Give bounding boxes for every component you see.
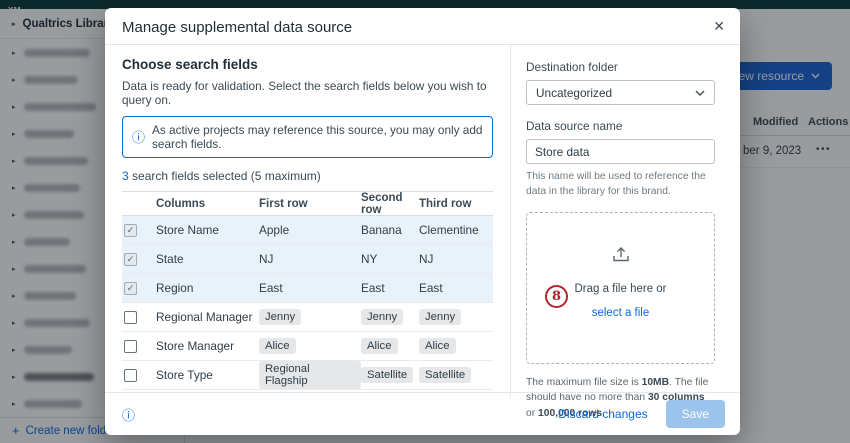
value-chip: Alice xyxy=(361,338,398,354)
value-chip: Alice xyxy=(259,338,296,354)
selection-summary-text: search fields selected (5 maximum) xyxy=(129,169,321,183)
annotation-badge-8: 8 xyxy=(545,285,568,308)
second-row-value: East xyxy=(361,281,419,295)
check-icon: ✓ xyxy=(127,226,135,235)
save-button[interactable]: Save xyxy=(666,400,725,428)
search-fields-pane: Choose search fields Data is ready for v… xyxy=(105,45,510,392)
choose-search-fields-heading: Choose search fields xyxy=(122,57,493,72)
data-source-name-label: Data source name xyxy=(526,119,715,133)
notice-text: As active projects may reference this so… xyxy=(152,123,483,151)
chevron-down-icon xyxy=(695,90,705,96)
field-name: State xyxy=(156,252,259,266)
row-checkbox[interactable]: ✓ xyxy=(124,253,137,266)
second-row-value: Banana xyxy=(361,223,419,237)
column-header-first-row: First row xyxy=(259,198,361,210)
row-checkbox[interactable]: ✓ xyxy=(124,282,137,295)
limits-bold: 10MB xyxy=(642,377,669,388)
app-window: XM ▸ Qualtrics Library ▸▸▸▸▸▸▸▸▸▸▸▸▸▸ + … xyxy=(0,0,850,443)
value-chip: Jenny xyxy=(361,309,403,325)
value-chip: Alice xyxy=(419,338,456,354)
first-row-value: NJ xyxy=(259,252,361,266)
upload-icon xyxy=(610,245,632,263)
modal-title: Manage supplemental data source xyxy=(122,19,352,36)
selection-summary: 3 search fields selected (5 maximum) xyxy=(122,169,493,183)
value-chip: Jenny xyxy=(419,309,461,325)
close-icon[interactable]: ✕ xyxy=(713,18,725,35)
search-fields-table: Columns First row Second row Third row ✓… xyxy=(122,191,493,390)
row-checkbox[interactable] xyxy=(124,340,137,353)
destination-folder-value: Uncategorized xyxy=(536,86,612,100)
manage-supplemental-data-source-modal: Manage supplemental data source ✕ Choose… xyxy=(105,8,740,435)
third-row-value: NJ xyxy=(419,252,493,266)
field-name: Store Name xyxy=(156,223,259,237)
third-row-value: Alice xyxy=(419,338,493,354)
table-row: Regional Manager Jenny Jenny Jenny xyxy=(122,303,493,332)
table-row: Store Type Regional Flagship Satellite S… xyxy=(122,361,493,390)
value-chip: Jenny xyxy=(259,309,301,325)
second-row-value: Alice xyxy=(361,338,419,354)
column-header-second-row: Second row xyxy=(361,192,419,216)
first-row-value: Apple xyxy=(259,223,361,237)
first-row-value: Alice xyxy=(259,338,361,354)
first-row-value: Regional Flagship xyxy=(259,361,361,389)
data-source-name-input[interactable] xyxy=(526,139,715,164)
info-icon: ⓘ xyxy=(122,405,135,424)
table-row: ✓ State NJ NY NJ xyxy=(122,245,493,274)
modal-body: Choose search fields Data is ready for v… xyxy=(105,45,740,392)
second-row-value: Satellite xyxy=(361,367,419,383)
value-chip: Regional Flagship xyxy=(259,361,361,389)
table-header-row: Columns First row Second row Third row xyxy=(122,191,493,216)
table-row: ✓ Store Name Apple Banana Clementine xyxy=(122,216,493,245)
data-source-name-help: This name will be used to reference the … xyxy=(526,170,715,200)
field-name: Store Manager xyxy=(156,339,259,353)
table-row: Store Manager Alice Alice Alice xyxy=(122,332,493,361)
third-row-value: Clementine xyxy=(419,223,493,237)
active-projects-notice: ⓘ As active projects may reference this … xyxy=(122,116,493,158)
search-fields-description: Data is ready for validation. Select the… xyxy=(122,79,493,107)
destination-folder-select[interactable]: Uncategorized xyxy=(526,80,715,105)
select-a-file-link[interactable]: select a file xyxy=(592,307,650,319)
modal-footer: ⓘ Discard changes Save xyxy=(105,392,740,435)
second-row-value: NY xyxy=(361,252,419,266)
second-row-value: Jenny xyxy=(361,309,419,325)
third-row-value: Jenny xyxy=(419,309,493,325)
third-row-value: East xyxy=(419,281,493,295)
row-checkbox[interactable]: ✓ xyxy=(124,224,137,237)
column-header-columns: Columns xyxy=(156,198,259,210)
field-name: Store Type xyxy=(156,368,259,382)
field-name: Regional Manager xyxy=(156,310,259,324)
data-source-settings-pane: Destination folder Uncategorized Data so… xyxy=(510,45,740,398)
third-row-value: Satellite xyxy=(419,367,493,383)
value-chip: Satellite xyxy=(361,367,413,383)
row-checkbox[interactable] xyxy=(124,311,137,324)
table-row: ✓ Region East East East xyxy=(122,274,493,303)
row-checkbox[interactable] xyxy=(124,369,137,382)
file-dropzone[interactable]: Drag a file here or select a file 8 xyxy=(526,212,715,364)
field-name: Region xyxy=(156,281,259,295)
drag-file-text: Drag a file here or xyxy=(574,283,666,295)
check-icon: ✓ xyxy=(127,284,135,293)
check-icon: ✓ xyxy=(127,255,135,264)
value-chip: Satellite xyxy=(419,367,471,383)
discard-changes-link[interactable]: Discard changes xyxy=(558,407,647,421)
info-icon: ⓘ xyxy=(132,131,145,144)
modal-header: Manage supplemental data source ✕ xyxy=(105,8,740,45)
first-row-value: East xyxy=(259,281,361,295)
destination-folder-label: Destination folder xyxy=(526,60,715,74)
column-header-third-row: Third row xyxy=(419,198,493,210)
limits-text: The maximum file size is xyxy=(526,377,642,388)
first-row-value: Jenny xyxy=(259,309,361,325)
selected-count: 3 xyxy=(122,169,129,183)
